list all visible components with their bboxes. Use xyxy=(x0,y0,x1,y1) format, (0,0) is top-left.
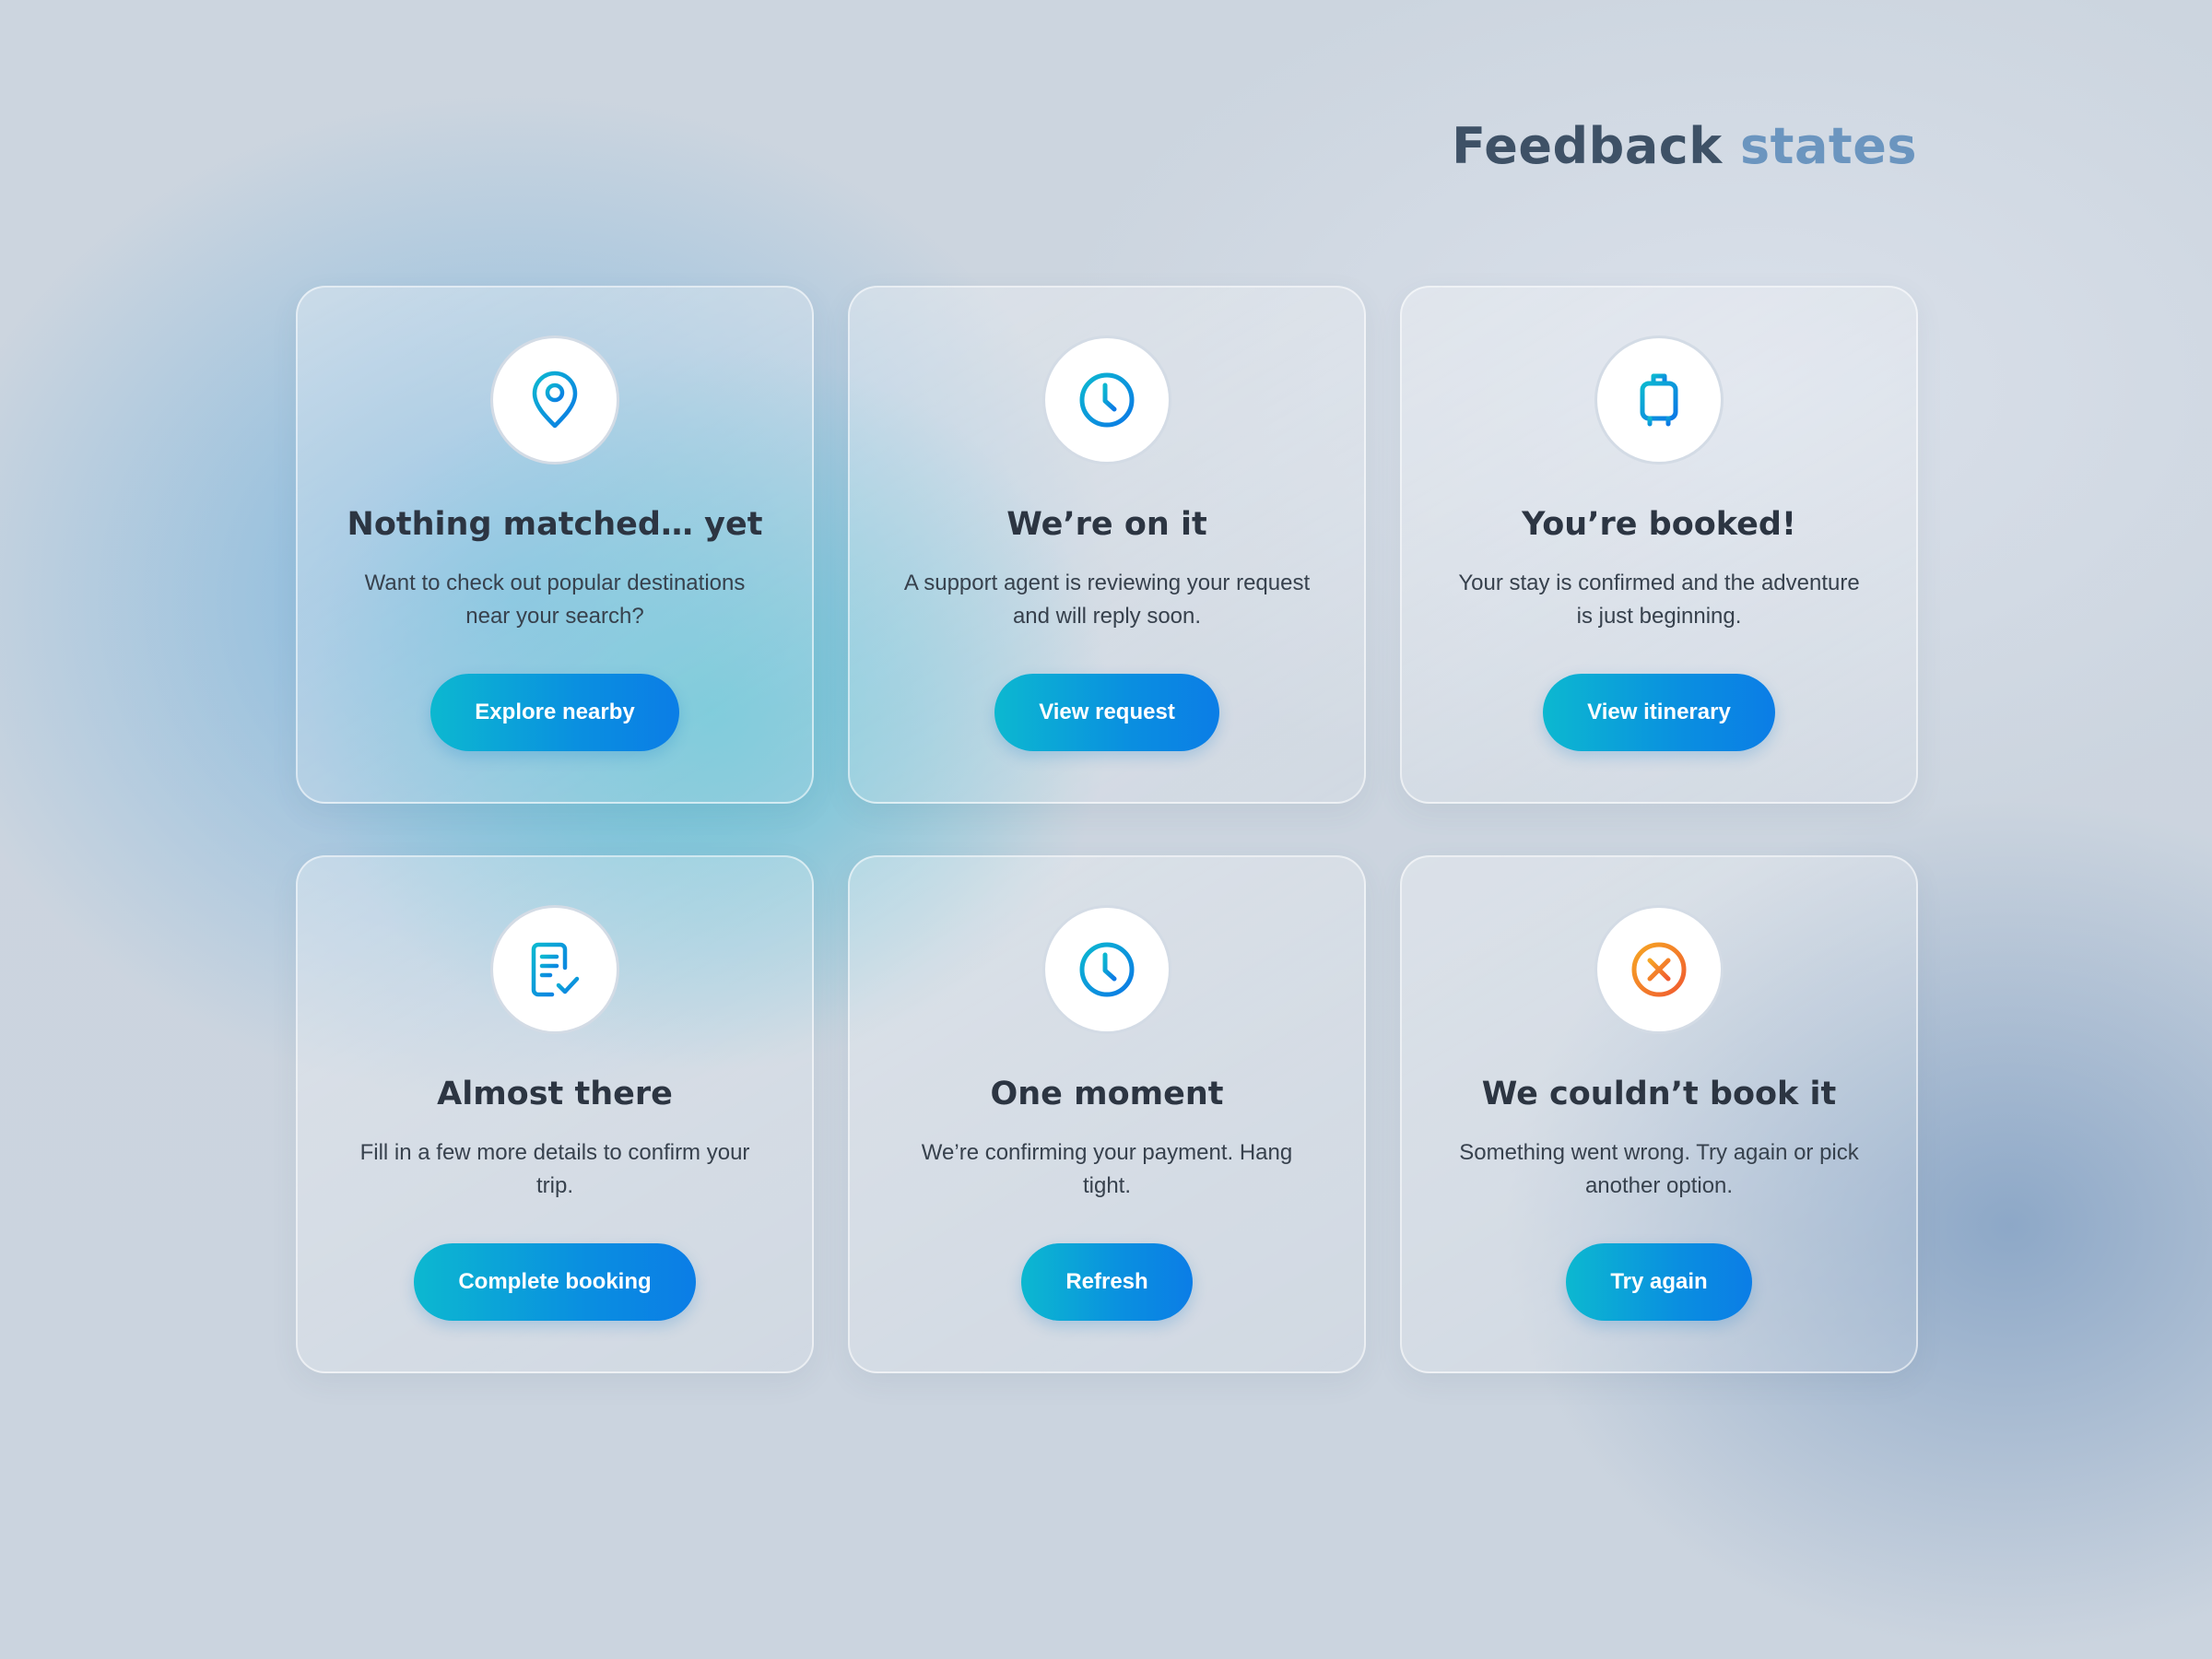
document-check-icon xyxy=(531,942,580,997)
feedback-card-booked: You’re booked! Your stay is confirmed an… xyxy=(1400,286,1918,804)
explore-nearby-button[interactable]: Explore nearby xyxy=(430,673,679,751)
icon-badge xyxy=(1042,335,1171,465)
icon-badge xyxy=(1594,335,1724,465)
feedback-card-processing: One moment We’re confirming your payment… xyxy=(848,855,1366,1373)
feedback-card-support-pending: We’re on it A support agent is reviewing… xyxy=(848,286,1366,804)
view-itinerary-button[interactable]: View itinerary xyxy=(1543,673,1775,751)
card-title: One moment xyxy=(990,1076,1224,1112)
clock-icon xyxy=(1079,372,1135,428)
refresh-button[interactable]: Refresh xyxy=(1021,1242,1193,1321)
card-description: A support agent is reviewing your reques… xyxy=(903,570,1311,629)
try-again-button[interactable]: Try again xyxy=(1566,1242,1752,1321)
card-description: Something went wrong. Try again or pick … xyxy=(1459,1139,1859,1198)
feedback-card-error: We couldn’t book it Something went wrong… xyxy=(1400,855,1918,1373)
icon-badge xyxy=(490,335,619,465)
feedback-cards-grid: Nothing matched… yet Want to check out p… xyxy=(296,286,1918,1373)
icon-badge xyxy=(1594,905,1724,1034)
error-x-circle-icon xyxy=(1631,942,1687,997)
page-title-word-2: states xyxy=(1740,117,1917,175)
page-title-word-1: Feedback xyxy=(1452,117,1723,175)
card-description: Your stay is confirmed and the adventure… xyxy=(1458,570,1860,629)
feedback-card-incomplete: Almost there Fill in a few more details … xyxy=(296,855,814,1373)
card-title: Nothing matched… yet xyxy=(347,506,763,543)
card-description: Want to check out popular destinations n… xyxy=(364,570,746,629)
card-title: Almost there xyxy=(437,1076,673,1112)
clock-icon xyxy=(1079,942,1135,997)
suitcase-icon xyxy=(1640,373,1678,427)
card-description: Fill in a few more details to confirm yo… xyxy=(359,1139,750,1198)
icon-badge xyxy=(1042,905,1171,1034)
page-title: Feedback states xyxy=(1452,122,1917,171)
card-title: You’re booked! xyxy=(1522,506,1796,543)
card-description: We’re confirming your payment. Hang tigh… xyxy=(921,1139,1293,1198)
complete-booking-button[interactable]: Complete booking xyxy=(414,1242,696,1321)
feedback-card-no-results: Nothing matched… yet Want to check out p… xyxy=(296,286,814,804)
card-title: We’re on it xyxy=(1006,506,1207,543)
card-title: We couldn’t book it xyxy=(1481,1076,1837,1112)
icon-badge xyxy=(490,905,619,1034)
map-pin-icon xyxy=(532,371,578,429)
view-request-button[interactable]: View request xyxy=(994,673,1219,751)
